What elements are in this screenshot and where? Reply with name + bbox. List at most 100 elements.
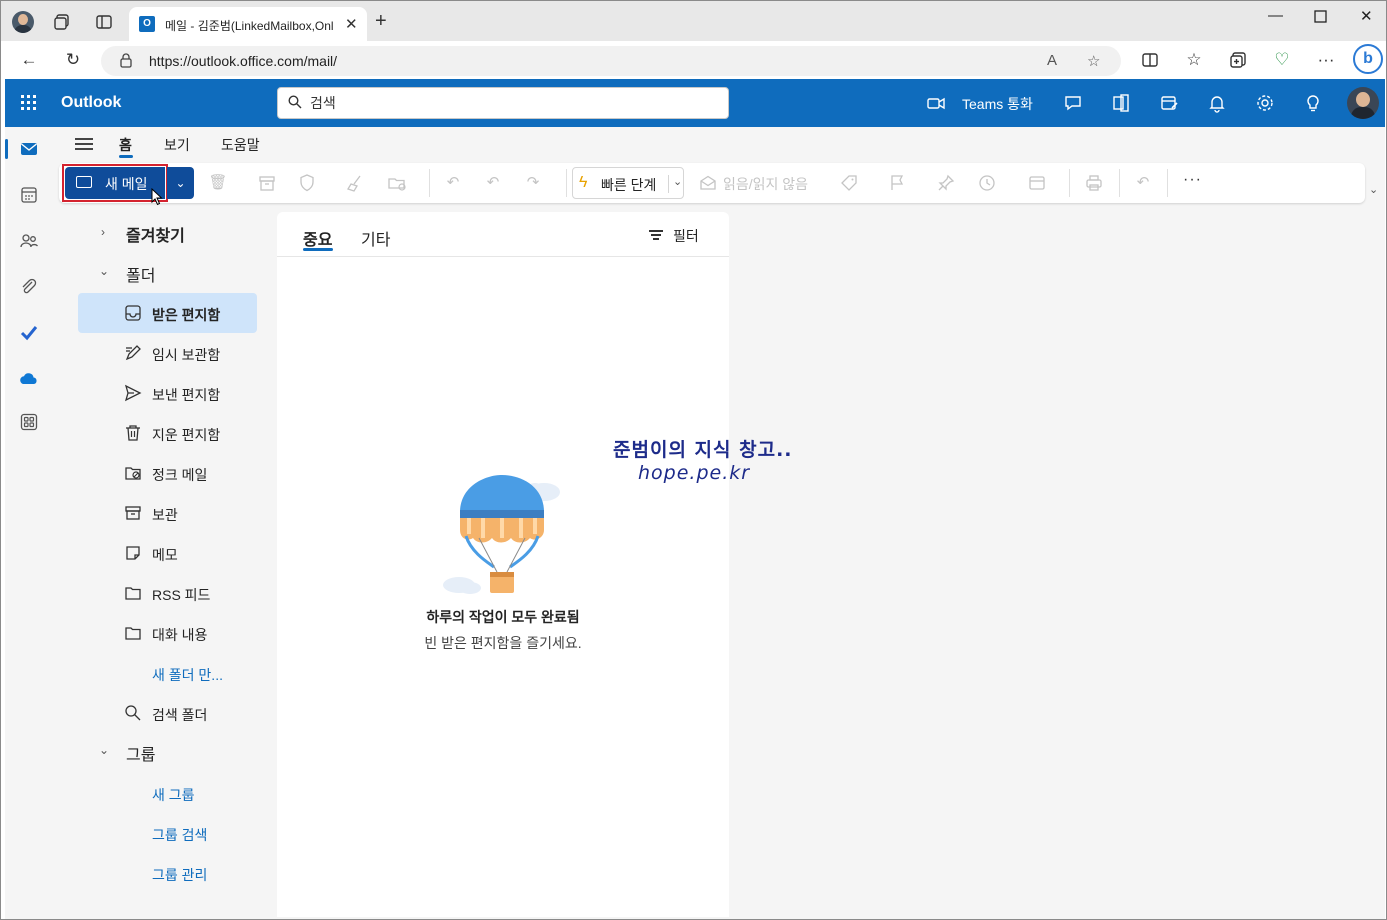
more-apps-icon[interactable] — [19, 412, 39, 432]
folder-item-sent[interactable]: 보낸 편지함 — [78, 373, 257, 413]
folder-item-conversation-history[interactable]: 대화 내용 — [78, 613, 257, 653]
tab-home[interactable]: 홈 — [119, 135, 132, 155]
folder-item-archive[interactable]: 보관 — [78, 493, 257, 533]
office-apps-icon[interactable] — [1110, 92, 1132, 114]
read-aloud-icon[interactable]: A — [1047, 52, 1057, 69]
calendar-icon[interactable] — [19, 185, 39, 205]
notifications-bell-icon[interactable] — [1206, 92, 1228, 114]
tag-icon[interactable] — [839, 173, 859, 193]
folder-item-search-folders[interactable]: 검색 폴더 — [78, 693, 257, 733]
minimize-icon[interactable]: — — [1268, 7, 1283, 24]
folder-item-notes[interactable]: 메모 — [78, 533, 257, 573]
move-to-folder-icon[interactable] — [387, 173, 407, 193]
workspaces-icon[interactable] — [53, 13, 71, 31]
flag-icon[interactable] — [887, 173, 907, 193]
favorites-header[interactable]: 즐겨찾기 — [126, 222, 185, 246]
watermark-text: 준범이의 지식 창고.. — [613, 439, 793, 461]
outlook-favicon-icon: O — [139, 16, 155, 32]
new-mail-dropdown-button[interactable]: ⌄ — [167, 167, 194, 199]
chat-feedback-icon[interactable] — [1062, 92, 1084, 114]
chevron-down-icon[interactable]: ⌄ — [668, 175, 682, 193]
print-icon[interactable] — [1084, 173, 1104, 193]
tab-help[interactable]: 도움말 — [221, 135, 260, 155]
folder-icon — [125, 587, 141, 600]
tab-actions-icon[interactable] — [95, 13, 113, 31]
new-group-link[interactable]: 새 그룹 — [152, 785, 195, 805]
close-tab-icon[interactable]: ✕ — [345, 15, 358, 33]
chevron-down-icon[interactable]: ⌄ — [99, 264, 109, 278]
rail-active-indicator — [5, 139, 8, 159]
search-groups-link[interactable]: 그룹 검색 — [152, 825, 207, 845]
account-avatar[interactable] — [1347, 87, 1379, 119]
filter-button[interactable]: 필터 — [649, 226, 699, 246]
new-tab-icon[interactable]: + — [375, 11, 387, 31]
tips-lightbulb-icon[interactable] — [1302, 92, 1324, 114]
more-options-button[interactable]: ··· — [1183, 171, 1202, 189]
onedrive-cloud-icon[interactable] — [19, 369, 39, 389]
report-shield-icon[interactable] — [297, 173, 317, 193]
archive-icon[interactable] — [257, 173, 277, 193]
rules-icon[interactable] — [1027, 173, 1047, 193]
todo-check-icon[interactable] — [19, 323, 39, 343]
chevron-down-icon[interactable]: ⌄ — [99, 743, 109, 757]
groups-header[interactable]: 그룹 — [126, 741, 155, 765]
tab-other[interactable]: 기타 — [361, 226, 390, 250]
ribbon-expand-icon[interactable]: ⌄ — [1369, 183, 1378, 196]
snooze-clock-icon[interactable] — [977, 173, 997, 193]
teams-call-button[interactable]: Teams 통화 — [962, 94, 1033, 114]
folder-icon — [125, 627, 141, 640]
split-screen-icon[interactable] — [1140, 50, 1160, 70]
browser-essentials-icon[interactable]: ♡ — [1272, 50, 1292, 70]
back-icon[interactable]: ← — [19, 50, 39, 70]
envelope-open-icon[interactable] — [698, 173, 718, 193]
search-box[interactable] — [277, 87, 729, 119]
video-call-icon[interactable] — [925, 92, 947, 114]
maximize-icon[interactable] — [1314, 10, 1327, 23]
navigation-toggle-icon[interactable] — [75, 137, 93, 151]
settings-gear-icon[interactable] — [1254, 92, 1276, 114]
create-folder-link[interactable]: 새 폴더 만... — [152, 665, 223, 685]
bing-copilot-icon[interactable]: b — [1353, 44, 1383, 74]
refresh-icon[interactable]: ↻ — [63, 50, 83, 70]
search-input[interactable] — [310, 88, 710, 118]
people-icon[interactable] — [19, 231, 39, 251]
favorites-icon[interactable]: ☆ — [1184, 50, 1204, 70]
folder-item-inbox[interactable]: 받은 편지함 — [78, 293, 257, 333]
folders-header[interactable]: 폴더 — [126, 262, 155, 286]
delete-icon[interactable]: 🗑 — [208, 173, 228, 193]
tab-title: 메일 - 김준범(LinkedMailbox,Onl — [165, 19, 334, 33]
pin-icon[interactable] — [936, 173, 956, 193]
app-name[interactable]: Outlook — [61, 94, 121, 112]
folder-label: RSS 피드 — [152, 587, 211, 603]
tab-focused[interactable]: 중요 — [303, 226, 332, 250]
sweep-broom-icon[interactable] — [345, 173, 365, 193]
browser-profile-avatar[interactable] — [12, 11, 34, 33]
folder-label: 정크 메일 — [152, 467, 208, 483]
forward-icon[interactable]: ↷ — [523, 173, 543, 193]
folder-item-junk[interactable]: 정크 메일 — [78, 453, 257, 493]
undo-icon[interactable]: ↶ — [1133, 173, 1153, 193]
folder-label: 대화 내용 — [152, 627, 208, 643]
reply-all-icon[interactable]: ↶ — [483, 173, 503, 193]
collections-icon[interactable] — [1228, 50, 1248, 70]
app-launcher-icon[interactable] — [21, 95, 37, 111]
my-day-icon[interactable] — [1158, 92, 1180, 114]
attachment-icon[interactable] — [19, 277, 39, 297]
reply-icon[interactable]: ↶ — [443, 173, 463, 193]
folder-item-rss[interactable]: RSS 피드 — [78, 573, 257, 613]
mail-icon[interactable] — [19, 139, 39, 159]
folder-item-drafts[interactable]: 임시 보관함 — [78, 333, 257, 373]
lock-icon[interactable] — [120, 53, 132, 68]
address-bar[interactable]: https://outlook.office.com/mail/ A ☆ — [101, 46, 1121, 76]
close-window-icon[interactable]: ✕ — [1360, 7, 1373, 25]
browser-tab-outlook[interactable]: O 메일 - 김준범(LinkedMailbox,Onl ✕ — [129, 7, 367, 41]
settings-more-icon[interactable]: ··· — [1316, 50, 1336, 70]
quick-steps-button[interactable]: ϟ 빠른 단계 ⌄ — [572, 167, 684, 199]
empty-state-title: 하루의 작업이 모두 완료됨 — [426, 609, 580, 625]
chevron-right-icon[interactable]: › — [101, 225, 105, 239]
manage-groups-link[interactable]: 그룹 관리 — [152, 865, 207, 885]
tab-view[interactable]: 보기 — [164, 135, 190, 155]
favorite-star-icon[interactable]: ☆ — [1087, 52, 1100, 70]
folder-item-deleted[interactable]: 지운 편지함 — [78, 413, 257, 453]
read-unread-button[interactable]: 읽음/읽지 않음 — [723, 174, 808, 194]
